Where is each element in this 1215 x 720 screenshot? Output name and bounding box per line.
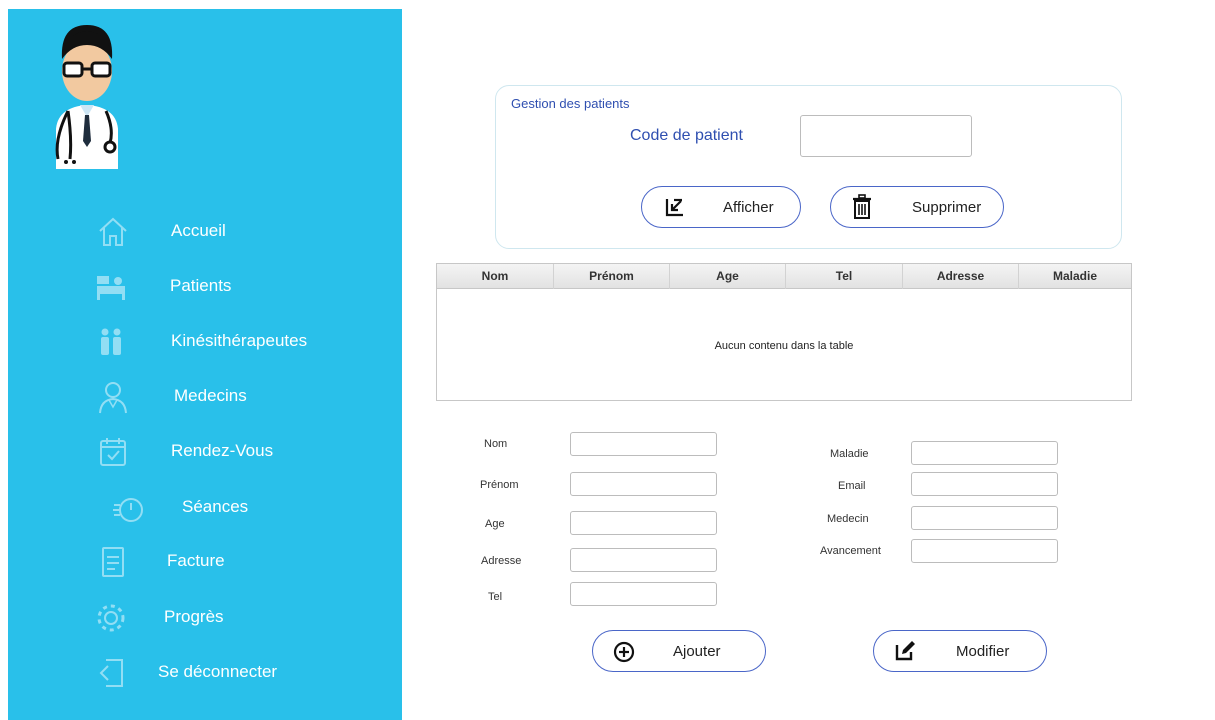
patients-table[interactable]: Nom Prénom Age Tel Adresse Maladie Aucun…	[436, 263, 1132, 401]
sidebar-item-seances[interactable]: Séances	[8, 486, 402, 530]
add-icon	[613, 641, 635, 663]
age-label: Age	[485, 518, 505, 530]
medecin-label: Medecin	[827, 513, 869, 525]
sidebar-item-label: Progrès	[164, 607, 224, 626]
column-header-nom[interactable]: Nom	[437, 264, 554, 289]
afficher-button[interactable]: Afficher	[641, 186, 801, 228]
sidebar-item-rendez-vous[interactable]: Rendez-Vous	[8, 430, 402, 474]
home-icon	[99, 217, 127, 246]
patient-code-label: Code de patient	[630, 127, 743, 144]
sidebar-item-label: Medecins	[174, 386, 247, 405]
edit-icon	[895, 641, 915, 661]
prenom-label: Prénom	[480, 479, 519, 491]
hospital-bed-icon	[97, 276, 125, 300]
email-field[interactable]	[911, 472, 1058, 496]
column-header-prenom[interactable]: Prénom	[554, 264, 670, 289]
sidebar-item-progres[interactable]: Progrès	[8, 596, 402, 640]
doctor-avatar-icon	[55, 25, 118, 169]
doctor-icon	[99, 382, 127, 414]
email-label: Email	[838, 480, 866, 492]
avancement-label: Avancement	[820, 545, 881, 557]
ajouter-button[interactable]: Ajouter	[592, 630, 766, 672]
sidebar-item-se-deconnecter[interactable]: Se déconnecter	[8, 651, 402, 695]
column-header-adresse[interactable]: Adresse	[903, 264, 1019, 289]
age-field[interactable]	[570, 511, 717, 535]
column-header-age[interactable]: Age	[670, 264, 786, 289]
avancement-field[interactable]	[911, 539, 1058, 563]
gear-icon	[97, 604, 125, 632]
maladie-label: Maladie	[830, 448, 869, 460]
modifier-label: Modifier	[956, 643, 1010, 660]
sidebar-item-label: Kinésithérapeutes	[171, 331, 308, 350]
sidebar-item-label: Se déconnecter	[158, 662, 278, 681]
trash-icon	[853, 194, 871, 219]
modifier-button[interactable]: Modifier	[873, 630, 1047, 672]
sidebar-item-label: Rendez-Vous	[171, 441, 274, 460]
sidebar-item-label: Séances	[182, 497, 249, 516]
nom-field[interactable]	[570, 432, 717, 456]
supprimer-label: Supprimer	[912, 199, 982, 216]
prenom-field[interactable]	[570, 472, 717, 496]
sidebar-item-kinesitherapeutes[interactable]: Kinésithérapeutes	[8, 320, 402, 364]
supprimer-button[interactable]: Supprimer	[830, 186, 1004, 228]
tel-field[interactable]	[570, 582, 717, 606]
afficher-label: Afficher	[723, 199, 774, 216]
sidebar-item-patients[interactable]: Patients	[8, 265, 402, 309]
adresse-label: Adresse	[481, 555, 522, 567]
sidebar: Accueil Patients Kinésithérapeutes Medec…	[8, 9, 402, 720]
display-icon	[665, 198, 683, 217]
sidebar-item-accueil[interactable]: Accueil	[8, 210, 402, 254]
medecin-field[interactable]	[911, 506, 1058, 530]
people-icon	[101, 328, 121, 355]
empty-table-message: Aucun contenu dans la table	[714, 340, 854, 352]
stopwatch-icon	[113, 498, 143, 522]
maladie-field[interactable]	[911, 441, 1058, 465]
sidebar-item-facture[interactable]: Facture	[8, 540, 402, 584]
sidebar-item-label: Patients	[170, 276, 232, 295]
adresse-field[interactable]	[570, 548, 717, 572]
patient-code-input[interactable]	[800, 115, 972, 157]
column-header-tel[interactable]: Tel	[786, 264, 903, 289]
table-header: Nom Prénom Age Tel Adresse Maladie	[437, 264, 1131, 289]
nom-label: Nom	[484, 438, 508, 450]
column-header-maladie[interactable]: Maladie	[1019, 264, 1131, 289]
sidebar-item-label: Accueil	[171, 221, 226, 240]
calendar-icon	[100, 438, 126, 466]
sidebar-item-medecins[interactable]: Medecins	[8, 375, 402, 419]
ajouter-label: Ajouter	[673, 643, 721, 660]
logout-icon	[99, 659, 123, 687]
sidebar-item-label: Facture	[167, 551, 225, 570]
panel-title: Gestion des patients	[511, 96, 630, 111]
tel-label: Tel	[488, 591, 503, 603]
invoice-icon	[102, 547, 124, 577]
